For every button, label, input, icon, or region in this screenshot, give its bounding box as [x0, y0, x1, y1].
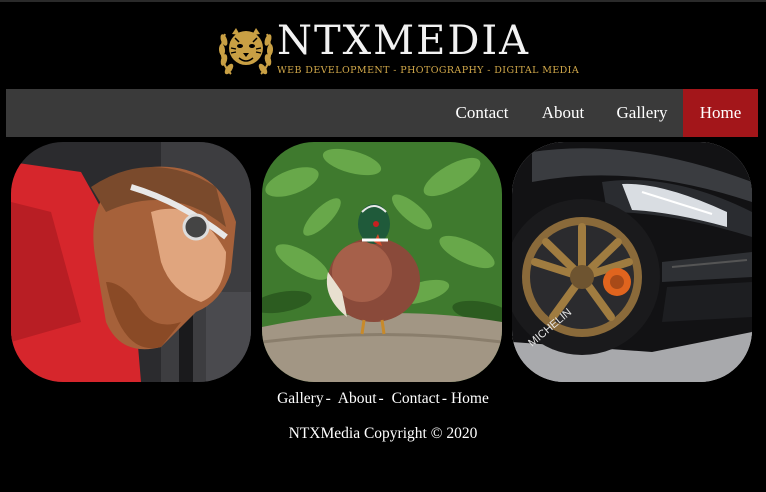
logo-wordmark: NTXMEDIA [277, 18, 531, 64]
footer-separator: - [378, 390, 384, 407]
sports-car-wheel-photo[interactable]: MICHELIN [512, 142, 752, 382]
top-border [0, 0, 766, 2]
nav-item-gallery[interactable]: Gallery [606, 89, 678, 137]
site-logo[interactable]: NTXMEDIA WEB DEVELOPMENT - PHOTOGRAPHY -… [217, 18, 580, 80]
logo-tagline: WEB DEVELOPMENT - PHOTOGRAPHY - DIGITAL … [277, 65, 580, 76]
footer-link-home[interactable]: Home [451, 390, 489, 407]
footer-separator: - [325, 390, 331, 407]
nav-item-about[interactable]: About [530, 89, 596, 137]
copyright-text: NTXMedia Copyright © 2020 [288, 425, 478, 442]
footer-separator: - [441, 390, 447, 407]
man-portrait-photo[interactable] [11, 142, 251, 382]
tiger-laurel-icon [218, 28, 274, 75]
footer-nav: Gallery - About - Contact - Home [0, 390, 766, 408]
main-navbar: Contact About Gallery Home [6, 89, 758, 137]
footer-link-contact[interactable]: Contact [392, 390, 440, 407]
wood-duck-photo[interactable] [262, 142, 502, 382]
footer-link-gallery[interactable]: Gallery [277, 390, 323, 407]
nav-item-home[interactable]: Home [683, 89, 758, 137]
footer-link-about[interactable]: About [338, 390, 377, 407]
nav-item-contact[interactable]: Contact [444, 89, 520, 137]
